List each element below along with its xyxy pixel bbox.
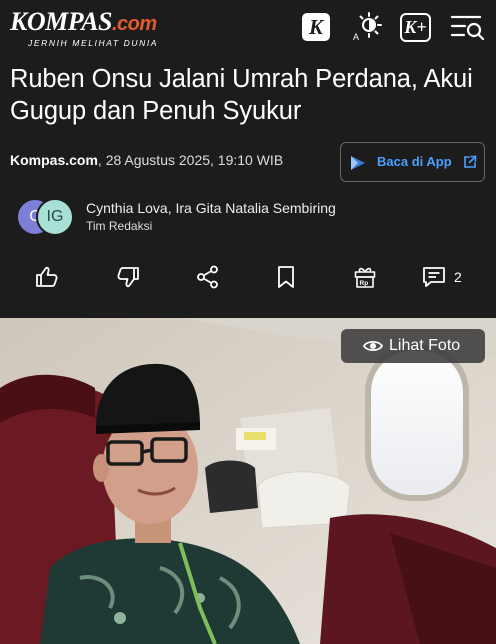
kompas-logo[interactable]: KOMPAS.com JERNIH MELIHAT DUNIA (10, 7, 159, 49)
dislike-icon[interactable] (115, 264, 141, 290)
app-logo-icon (349, 154, 369, 177)
view-photo-button[interactable]: Lihat Foto (341, 329, 485, 363)
svg-text:Rp: Rp (360, 280, 369, 287)
bookmark-icon[interactable] (273, 264, 299, 290)
brightness-icon[interactable]: A (350, 11, 382, 43)
logo-tagline: JERNIH MELIHAT DUNIA (28, 38, 159, 48)
article-photo[interactable] (0, 318, 496, 644)
gift-icon[interactable]: Rp (352, 264, 378, 290)
photo-illustration (0, 318, 496, 644)
author-team: Tim Redaksi (86, 219, 153, 233)
article-meta: Kompas.com, 28 Agustus 2025, 19:10 WIB (10, 152, 283, 168)
avatar[interactable]: IG (36, 198, 74, 236)
logo-suffix-text: .com (112, 13, 157, 35)
logo-main-text: KOMPAS (10, 7, 113, 36)
kplus-icon[interactable]: K+ (400, 13, 431, 42)
eye-icon (362, 339, 384, 358)
view-photo-label: Lihat Foto (389, 337, 461, 354)
article-date: , 28 Agustus 2025, 19:10 WIB (97, 152, 284, 168)
comment-count[interactable]: 2 (454, 269, 462, 285)
read-in-app-label: Baca di App (377, 154, 452, 169)
article-title: Ruben Onsu Jalani Umrah Perdana, Akui Gu… (10, 65, 473, 125)
author-avatars: C IG (16, 198, 76, 236)
k-logo-icon[interactable]: K (302, 13, 330, 41)
author-names[interactable]: Cynthia Lova, Ira Gita Natalia Sembiring (86, 200, 336, 216)
read-in-app-button[interactable]: Baca di App (340, 142, 485, 182)
like-icon[interactable] (34, 264, 60, 290)
article-action-bar: Rp 2 (0, 258, 496, 298)
article-source[interactable]: Kompas.com (10, 152, 98, 168)
external-link-icon (463, 155, 477, 174)
theme-label: A (353, 32, 359, 42)
comment-icon[interactable] (421, 264, 447, 290)
share-icon[interactable] (195, 264, 221, 290)
site-header: KOMPAS.com JERNIH MELIHAT DUNIA K A K+ (0, 0, 496, 56)
menu-search-icon[interactable] (450, 12, 486, 42)
